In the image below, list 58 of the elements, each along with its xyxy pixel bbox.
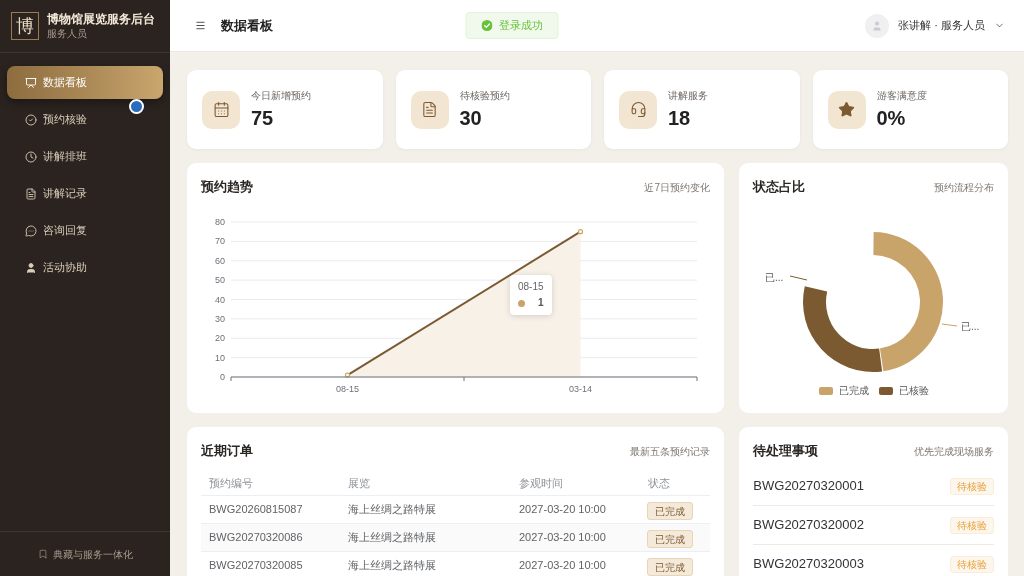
table-header-cell-text: 展览: [347, 475, 371, 491]
axis-tick-label: 40: [215, 294, 225, 305]
table-cell-text: BWG20260815087: [208, 502, 304, 518]
card-subtitle: 预约流程分布: [934, 180, 994, 195]
axis-tick-label: 60: [215, 255, 225, 266]
table-header-cell-text: 预约编号: [208, 475, 254, 491]
status-tag: 待核验: [950, 555, 994, 573]
table-cell-text: 2027-03-20 10:00: [518, 502, 607, 518]
stat-value: 18: [668, 105, 692, 130]
status-tag: 待核验: [950, 516, 994, 534]
sidebar-footer-text: 典藏与服务一体化: [52, 547, 133, 562]
legend-label: 已完成: [838, 384, 869, 398]
card-title: 预约趋势: [201, 178, 253, 197]
status-tag: 待核验: [950, 477, 994, 495]
table-cell-text: 2027-03-20 10:00: [518, 530, 607, 546]
tooltip-date: 08-15: [518, 281, 544, 293]
tooltip-value: 1: [538, 297, 544, 309]
slice-label: 已...: [765, 272, 784, 283]
axis-tick-label: 10: [215, 352, 225, 363]
table-cell-text: BWG20270320085: [208, 558, 304, 574]
table-cell-text: 海上丝绸之路特展: [347, 558, 437, 574]
axis-category-label: 08-15: [336, 384, 359, 394]
axis-tick-label: 80: [215, 217, 225, 227]
axis-tick-label: 20: [215, 333, 225, 344]
legend-label: 已核验: [898, 384, 929, 398]
status-tag: 已完成: [647, 530, 693, 548]
status-tag: 已完成: [647, 502, 693, 520]
table-header-cell-text: 参观时间: [518, 475, 564, 491]
axis-tick-label: 50: [215, 275, 225, 286]
stat-value: 0%: [876, 105, 907, 130]
stat-label: 待核验预约: [459, 89, 510, 102]
table-header-cell-text: 状态: [647, 475, 671, 491]
table-cell-text: BWG20270320086: [208, 530, 304, 546]
toast-message: 登录成功: [498, 18, 543, 34]
stat-label: 讲解服务: [668, 89, 708, 102]
status-tag: 已完成: [647, 558, 693, 576]
page-title: 数据看板: [221, 16, 273, 35]
table-cell-text: 海上丝绸之路特展: [347, 530, 437, 546]
stat-value: 30: [459, 105, 483, 130]
axis-tick-label: 70: [215, 236, 225, 247]
axis-category-label: 03-14: [569, 384, 592, 394]
card-title: 待处理事项: [753, 442, 819, 461]
stat-label: 今日新增预约: [251, 89, 311, 102]
stat-value: 75: [251, 105, 275, 130]
card-subtitle: 近7日预约变化: [644, 180, 710, 195]
app-title: 博物馆展览服务后台: [47, 12, 155, 26]
card-title: 近期订单: [201, 442, 253, 461]
card-subtitle: 最新五条预约记录: [630, 444, 711, 459]
axis-tick-label: 0: [220, 372, 225, 382]
table-cell-text: 2027-03-20 10:00: [518, 558, 607, 574]
logo: 博: [11, 12, 39, 40]
card-title: 状态占比: [753, 178, 805, 197]
axis-tick-label: 30: [215, 313, 225, 324]
stat-label: 游客满意度: [876, 89, 927, 102]
table-cell-text: 海上丝绸之路特展: [347, 502, 437, 518]
card-subtitle: 优先完成现场服务: [914, 444, 994, 459]
slice-label: 已...: [961, 321, 980, 332]
role-subtitle: 服务人员: [47, 28, 88, 40]
